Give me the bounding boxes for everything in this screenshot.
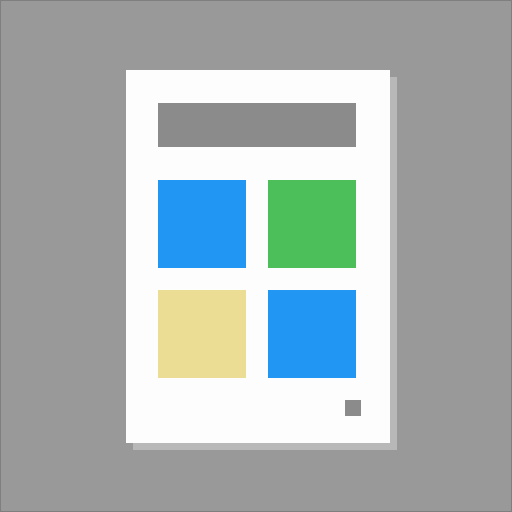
tile-blue-bottom-right [268, 290, 356, 378]
tile-yellow-bottom-left [158, 290, 246, 378]
page-header-bar [158, 103, 356, 147]
page-corner-marker [345, 400, 361, 416]
tile-green-top-right [268, 180, 356, 268]
tile-blue-top-left [158, 180, 246, 268]
